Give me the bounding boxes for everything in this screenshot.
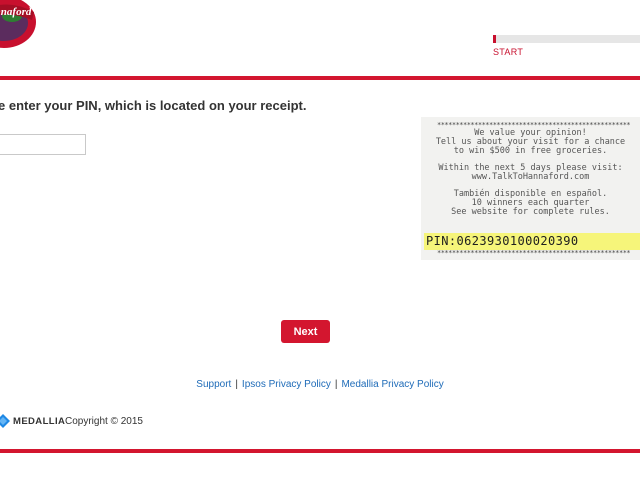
pin-input[interactable]	[0, 134, 86, 155]
medallia-privacy-link[interactable]: Medallia Privacy Policy	[341, 379, 443, 390]
logo-text: Hannaford	[0, 6, 32, 18]
footer-links: Support | Ipsos Privacy Policy | Medallia Pr…	[0, 379, 640, 390]
brand-name: MEDALLIA	[13, 415, 66, 427]
next-button[interactable]: Next	[281, 320, 330, 343]
receipt-line: to win $500 in free groceries.	[453, 146, 608, 156]
progress-label: START	[493, 47, 524, 57]
receipt-text: We value your opinion! Tell us about you…	[421, 129, 640, 217]
question-text: e enter your PIN, which is located on yo…	[0, 98, 307, 113]
copyright-text: Copyright © 2015	[65, 416, 143, 427]
receipt-stars-bottom: ****************************************…	[437, 249, 631, 257]
receipt-line: www.TalkToHannaford.com	[471, 172, 590, 182]
medallia-diamond-icon	[0, 414, 10, 428]
footer-divider	[0, 449, 640, 453]
header-divider	[0, 76, 640, 80]
support-link[interactable]: Support	[196, 379, 231, 390]
receipt-line: See website for complete rules.	[451, 207, 610, 217]
progress-bar	[493, 35, 640, 43]
receipt-image: ****************************************…	[421, 117, 640, 260]
progress-bar-fill	[493, 35, 497, 43]
hannaford-logo: Hannaford	[0, 0, 36, 48]
footer-separator: |	[334, 379, 338, 390]
receipt-pin: PIN:0623930100020390	[426, 234, 579, 248]
footer-separator: |	[235, 379, 238, 390]
medallia-brand: MEDALLIA	[0, 414, 65, 428]
ipsos-privacy-link[interactable]: Ipsos Privacy Policy	[242, 379, 331, 390]
